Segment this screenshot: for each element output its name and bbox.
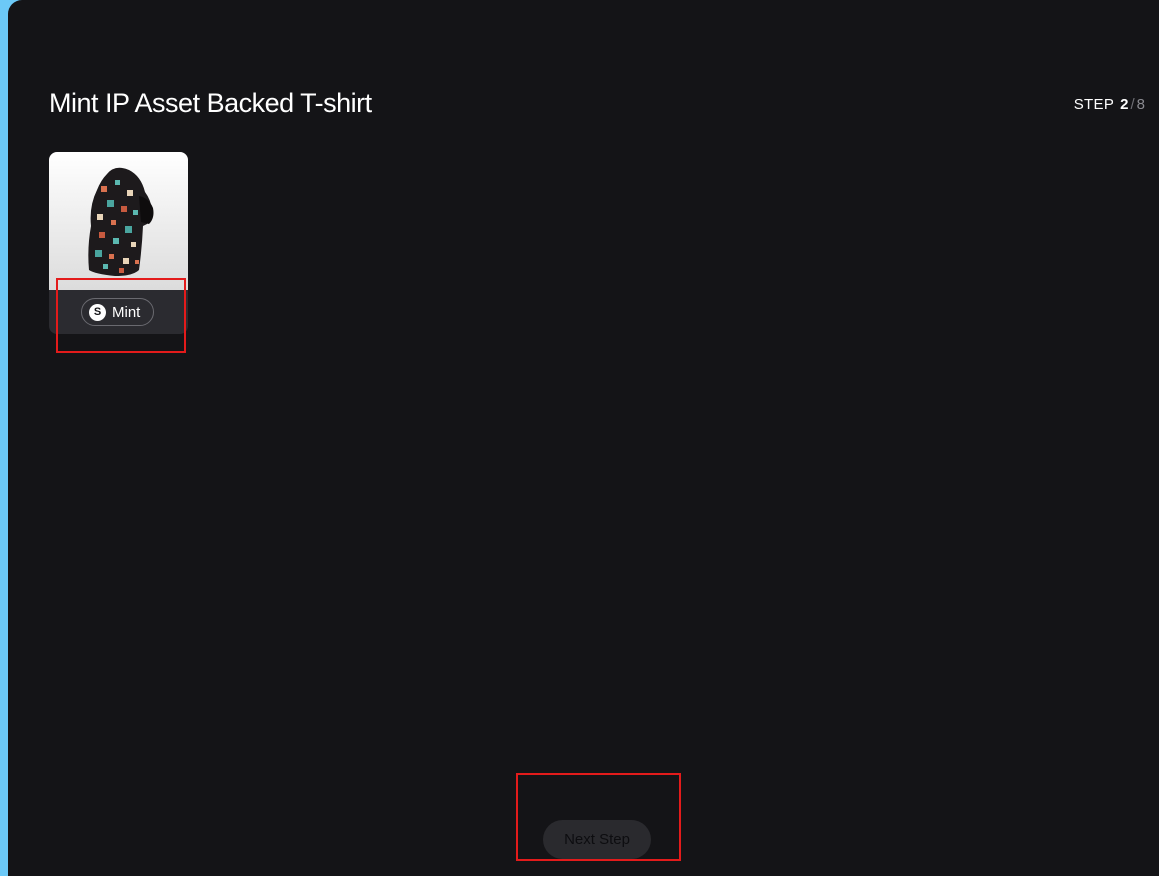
step-total: 8 — [1136, 96, 1145, 113]
step-current: 2 — [1120, 96, 1129, 113]
dollar-coin-icon: S — [89, 303, 106, 321]
page-title: Mint IP Asset Backed T-shirt — [49, 88, 372, 118]
tshirt-card[interactable]: S Mint — [49, 152, 188, 334]
step-label: STEP — [1073, 96, 1115, 113]
step-separator: / — [1130, 96, 1135, 113]
card-footer: S Mint — [49, 290, 188, 334]
next-step-button[interactable]: Next Step — [543, 820, 651, 859]
step-indicator: STEP 2/8 — [1074, 96, 1145, 113]
mint-button[interactable]: S Mint — [81, 298, 154, 326]
main-panel: Mint IP Asset Backed T-shirt STEP 2/8 S … — [8, 0, 1159, 876]
tshirt-image — [49, 152, 188, 290]
mint-button-label: Mint — [112, 303, 141, 321]
